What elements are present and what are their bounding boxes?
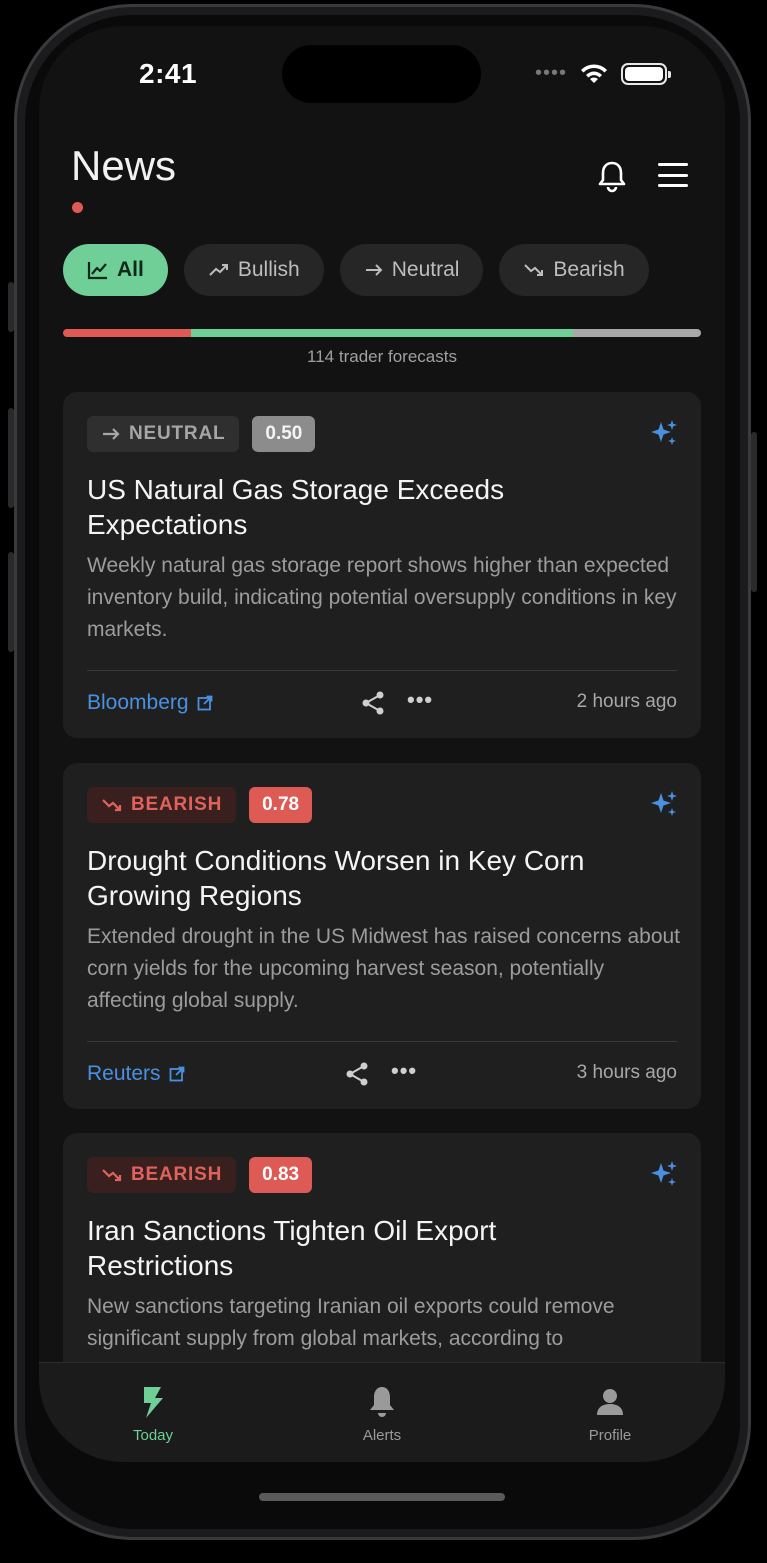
tab-alerts-label: Alerts	[362, 1427, 402, 1444]
forecast-count: 114 trader forecasts	[307, 347, 457, 366]
share-icon[interactable]	[361, 690, 385, 716]
external-link-icon	[169, 1066, 184, 1081]
volume-up-button	[8, 408, 14, 508]
tab-today[interactable]: Today	[83, 1363, 223, 1462]
forecast-segment-neutral	[573, 329, 701, 337]
arrow-right-icon	[365, 264, 383, 276]
news-headline[interactable]: US Natural Gas Storage Exceeds Expectati…	[87, 472, 647, 542]
filter-bearish-label: Bearish	[553, 258, 625, 281]
filter-bullish[interactable]: Bullish	[183, 244, 324, 296]
sentiment-score: 0.78	[249, 787, 313, 823]
news-summary: New sanctions targeting Iranian oil expo…	[87, 1295, 615, 1350]
wifi-icon	[581, 63, 607, 83]
forecast-segment-bullish	[190, 329, 574, 337]
news-card[interactable]: BEARISH 0.78 Drought Conditions Worsen i…	[63, 763, 701, 1109]
bottom-tab-bar: Today Alerts Profile	[39, 1362, 725, 1462]
sentiment-score: 0.50	[252, 416, 316, 452]
tab-profile[interactable]: Profile	[540, 1363, 680, 1462]
sentiment-badge: BEARISH	[87, 1157, 237, 1193]
status-indicators: ••••	[534, 62, 671, 85]
cellular-signal-icon: ••••	[534, 62, 567, 84]
live-indicator-dot	[72, 202, 83, 213]
source-name: Reuters	[87, 1061, 161, 1085]
trending-down-icon	[524, 264, 544, 276]
sentiment-badge: NEUTRAL	[87, 416, 240, 452]
sentiment-badge: BEARISH	[87, 787, 237, 823]
bell-icon	[370, 1387, 394, 1417]
ai-sparkle-icon[interactable]	[649, 418, 679, 448]
menu-button[interactable]	[656, 160, 690, 190]
source-name: Bloomberg	[87, 690, 189, 714]
tab-alerts[interactable]: Alerts	[312, 1363, 452, 1462]
ai-sparkle-icon[interactable]	[649, 1159, 679, 1189]
side-button	[8, 282, 14, 332]
arrow-right-icon	[103, 428, 120, 440]
volume-down-button	[8, 552, 14, 652]
trending-up-icon	[209, 264, 228, 276]
sentiment-filters: All Bullish Neutral Bearish	[63, 244, 649, 296]
forecast-segment-bearish	[63, 329, 191, 337]
menu-icon-line	[658, 173, 688, 177]
bell-icon	[598, 161, 626, 193]
status-time: 2:41	[139, 58, 198, 89]
external-link-icon	[197, 695, 212, 710]
trending-down-icon	[102, 1169, 122, 1182]
sentiment-score: 0.83	[249, 1157, 313, 1193]
filter-bearish[interactable]: Bearish	[499, 244, 649, 296]
card-footer: Bloomberg ••• 2 hours ago	[87, 670, 677, 734]
filter-neutral-label: Neutral	[391, 258, 460, 281]
tab-profile-label: Profile	[588, 1427, 632, 1444]
more-options-icon[interactable]: •••	[407, 687, 433, 713]
filter-all-label: All	[117, 258, 144, 281]
page-title: News	[71, 142, 177, 189]
published-time: 2 hours ago	[576, 691, 677, 712]
sentiment-label: BEARISH	[131, 1164, 223, 1185]
filter-all[interactable]: All	[63, 244, 168, 296]
power-button	[751, 432, 757, 592]
tab-today-label: Today	[132, 1427, 174, 1444]
news-summary: Weekly natural gas storage report shows …	[87, 554, 677, 641]
filter-neutral[interactable]: Neutral	[339, 244, 484, 296]
card-footer: Reuters ••• 3 hours ago	[87, 1041, 677, 1105]
home-indicator[interactable]	[259, 1493, 505, 1501]
battery-icon	[621, 62, 671, 85]
source-link[interactable]: Reuters	[87, 1062, 185, 1086]
published-time: 3 hours ago	[576, 1062, 677, 1083]
news-summary: Extended drought in the US Midwest has r…	[87, 925, 681, 1012]
source-link[interactable]: Bloomberg	[87, 691, 213, 715]
more-options-icon[interactable]: •••	[391, 1058, 417, 1084]
sentiment-label: BEARISH	[131, 794, 223, 815]
sentiment-label: NEUTRAL	[129, 423, 226, 444]
share-icon[interactable]	[345, 1061, 369, 1087]
dynamic-island	[282, 45, 481, 103]
news-card[interactable]: NEUTRAL 0.50 US Natural Gas Storage Exce…	[63, 392, 701, 738]
menu-icon-line	[658, 163, 688, 166]
person-icon	[597, 1389, 623, 1415]
notifications-button[interactable]	[595, 159, 629, 193]
news-headline[interactable]: Drought Conditions Worsen in Key Corn Gr…	[87, 843, 647, 913]
menu-icon-line	[658, 184, 688, 187]
ai-sparkle-icon[interactable]	[649, 789, 679, 819]
forecast-distribution-bar	[63, 329, 701, 337]
filter-bullish-label: Bullish	[237, 258, 300, 281]
bolt-icon	[144, 1387, 163, 1418]
news-headline[interactable]: Iran Sanctions Tighten Oil Export Restri…	[87, 1213, 647, 1283]
screen: 2:41 •••• News All Bullish Neutral Beari…	[39, 26, 725, 1462]
chart-line-icon	[87, 262, 107, 280]
trending-down-icon	[102, 799, 122, 812]
